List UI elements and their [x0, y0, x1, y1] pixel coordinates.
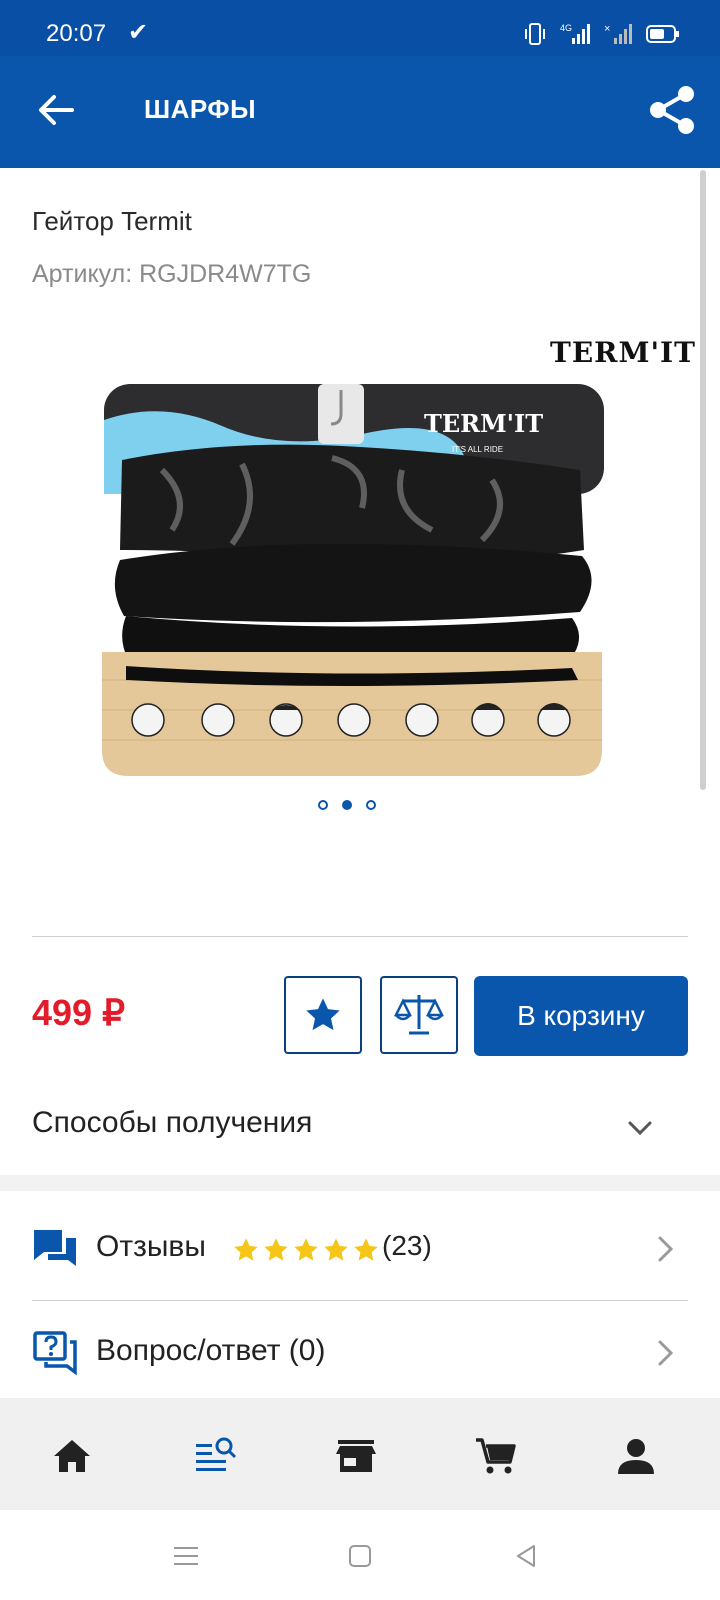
package-brand: TERM'IT: [424, 409, 543, 438]
star-icon: [306, 998, 340, 1031]
qa-label: Вопрос/ответ (0): [96, 1334, 326, 1367]
battery-icon: [646, 25, 679, 43]
cart-icon[interactable]: [474, 1434, 518, 1478]
back-triangle-icon[interactable]: [510, 1540, 542, 1572]
product-sku: Артикул: RGJDR4W7TG: [32, 260, 312, 288]
scales-icon: [393, 995, 445, 1035]
pager-dot-3[interactable]: [366, 800, 376, 810]
chevron-down-icon[interactable]: [624, 1112, 656, 1144]
compare-button[interactable]: [380, 976, 458, 1054]
store-icon[interactable]: [334, 1434, 378, 1478]
app-bar: ШАРФЫ: [0, 56, 720, 168]
product-image[interactable]: TERM'IT IT'S ALL RIDE: [102, 380, 612, 790]
bottom-navigation: [0, 1398, 720, 1510]
rating-stars: [232, 1236, 380, 1264]
pager-dot-2[interactable]: [342, 800, 352, 810]
signal-off-icon: ×: [604, 23, 632, 44]
profile-icon[interactable]: [614, 1434, 658, 1478]
image-pager[interactable]: [318, 800, 376, 810]
reviews-chat-icon: [34, 1230, 76, 1266]
status-icons: 4G ×: [524, 22, 680, 46]
divider: [32, 936, 688, 937]
chevron-right-icon: [658, 1340, 674, 1366]
reviews-count: (23): [382, 1230, 432, 1261]
system-navigation-bar: [0, 1510, 720, 1600]
download-done-icon: ✔: [128, 19, 149, 46]
star-icon: [354, 1238, 378, 1261]
back-arrow-icon[interactable]: [32, 86, 80, 134]
star-icon: [264, 1238, 288, 1261]
delivery-methods-label[interactable]: Способы получения: [32, 1106, 312, 1140]
page-title: ШАРФЫ: [144, 94, 257, 124]
svg-text:×: ×: [604, 23, 610, 35]
pager-dot-1[interactable]: [318, 800, 328, 810]
status-bar: 20:07 ✔ 4G ×: [0, 0, 720, 56]
reviews-label: Отзывы: [96, 1230, 206, 1263]
signal-icon: 4G: [560, 23, 590, 44]
add-to-cart-button[interactable]: В корзину: [474, 976, 688, 1056]
home-icon[interactable]: [50, 1434, 94, 1478]
brand-logo: TERM'IT: [550, 336, 696, 369]
menu-icon[interactable]: [170, 1540, 202, 1572]
share-icon[interactable]: [644, 82, 700, 138]
qa-row[interactable]: Вопрос/ответ (0): [0, 1300, 720, 1404]
star-icon: [234, 1238, 258, 1261]
chevron-right-icon: [658, 1236, 674, 1262]
package-tagline: IT'S ALL RIDE: [452, 445, 503, 454]
favorite-button[interactable]: [284, 976, 362, 1054]
star-icon: [294, 1238, 318, 1261]
catalog-search-icon[interactable]: [194, 1434, 238, 1478]
section-separator: [0, 1175, 720, 1191]
star-icon: [324, 1238, 348, 1261]
vibrate-icon: [525, 23, 545, 45]
scrollbar[interactable]: [700, 170, 706, 790]
question-chat-icon: [33, 1331, 77, 1376]
status-time: 20:07: [46, 20, 107, 47]
product-price: 499 ₽: [32, 992, 125, 1033]
product-name: Гейтор Termit: [32, 206, 192, 236]
svg-text:4G: 4G: [560, 23, 572, 33]
home-square-icon[interactable]: [344, 1540, 376, 1572]
reviews-row[interactable]: Отзывы (23): [0, 1196, 720, 1300]
